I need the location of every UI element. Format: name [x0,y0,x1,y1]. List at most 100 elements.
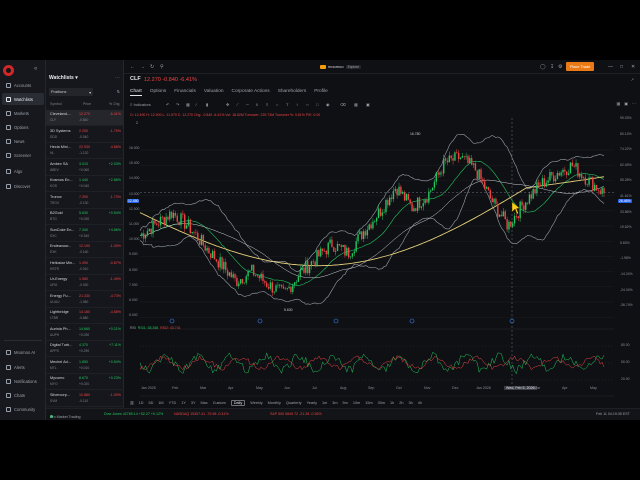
row-pct: +4.86% [108,227,121,232]
timeframe-1h[interactable]: 1h [390,401,394,405]
row-price: 1.850 [79,359,88,364]
sidebar-item-news[interactable]: News [2,135,44,147]
candle-body [456,152,458,153]
watchlist-row[interactable]: Silvercorp... SVM 10.880 -0.110 -1.00% [46,391,124,407]
candle-body [539,184,542,186]
timeframe-quarterly[interactable]: Quarterly [286,401,302,405]
candle-body [318,250,320,257]
watchlist-row[interactable]: Cleveland-... CLF 12.270 -0.840 -6.41% [46,110,124,126]
timeframe-30m[interactable]: 30m [378,401,385,405]
candle-body [370,224,372,229]
sidebar-item-algo[interactable]: Algo [2,165,44,177]
chart-type-icon[interactable]: ▥ [130,400,134,405]
candle-body [320,248,322,257]
timeframe-monthly[interactable]: Monthly [268,401,281,405]
watchlist-row[interactable]: Tronox TROX 7.390 -0.130 -1.73% [46,193,124,209]
candle-body [500,214,503,217]
col-pct-change[interactable]: % Chg [109,102,120,106]
timeframe-custom[interactable]: Custom [213,401,226,405]
candle-body [437,172,439,175]
candle-body [357,234,359,242]
watchlist-row[interactable]: Mycomo MYO 8.670 +0.020 +0.23% [46,374,124,390]
timeframe-yearly[interactable]: Yearly [307,401,317,405]
sidebar-item-options[interactable]: Options [2,121,44,133]
watchlist-row[interactable]: Kosmos En... KOS 1.440 +0.040 +2.86% [46,176,124,192]
candle-body [189,219,192,234]
algo-icon [6,168,11,174]
watchlist-row[interactable]: SunCoke En... SXC 7.340 +0.340 +4.86% [46,226,124,242]
x-tick-label: Jun [284,386,290,390]
timeframe-1d[interactable]: 1D [139,401,144,405]
candle-body [215,259,218,262]
timeframe-1m[interactable]: 1m [322,401,327,405]
timeframe-max[interactable]: Max [201,401,208,405]
wallet-icon [6,82,11,88]
ticker-djia[interactable]: Dow Jones 42789.14 +52.27 +0.12% [104,412,163,416]
col-symbol[interactable]: Symbol [50,102,62,106]
sidebar-item-notifications[interactable]: Notifications [2,375,44,387]
timeframe-ytd[interactable]: YTD [169,401,177,405]
ticker-nasdaq[interactable]: NASDAQ 19357.41 -79.98 -0.41% [174,412,229,416]
watchlist-row[interactable]: Aurinia Ph... AUPH 14.660 +0.030 +0.21% [46,325,124,341]
row-pct: -1.73% [109,194,121,199]
watchlist-row[interactable]: Energy Fu... UUUU 21.330 -1.060 -4.73% [46,292,124,308]
watchlist-row[interactable]: Hecla Mini... HL 22.930 -1.120 -4.66% [46,143,124,159]
watchlist-row[interactable]: Endeavour... EXK 12.190 -0.160 -1.30% [46,242,124,258]
timeframe-3h[interactable]: 3h [408,401,412,405]
row-pct: +2.86% [108,178,121,182]
candle-body [480,169,482,180]
timeframe-1m[interactable]: 1M [158,401,163,405]
watchlist-row[interactable]: Mechel Ad... MTL 1.850 +0.010 +0.54% [46,358,124,374]
watchlist-group-select[interactable]: Positions ▾ [49,88,93,96]
price-chart[interactable] [124,60,640,420]
sidebar-item-moomoo-ai[interactable]: Moomoo AI [2,346,44,358]
candle-body [519,201,521,219]
watchlist-row[interactable]: Heliostar Min... HSTR 1.490 -0.010 -0.67% [46,259,124,275]
sidebar-item-alerts[interactable]: Alerts [2,361,44,373]
sidebar-item-accounts[interactable]: Accounts [2,79,44,91]
timeframe-3y[interactable]: 3Y [191,401,196,405]
timeframe-5d[interactable]: 5D [148,401,153,405]
sidebar-item-chats[interactable]: Chats [2,389,44,401]
row-price: 2.250 [79,128,88,133]
sidebar-item-screener[interactable]: Screener [2,149,44,161]
col-price[interactable]: Price [83,102,91,106]
collapse-icon[interactable]: « [34,66,37,72]
candle-body [538,182,540,185]
watchlist-row[interactable]: B2Gold BTG 5.630 +0.030 +0.54% [46,209,124,225]
watchlist-row[interactable]: Digital Turb... APPS 4.370 +0.290 +7.11% [46,341,124,357]
watchlist-row[interactable]: Ur-Energy URG 1.980 -0.030 -1.49% [46,275,124,291]
candle-body [269,282,272,289]
y-pct-tick-label: 95.03% [620,116,632,120]
timeframe-3m[interactable]: 3m [332,401,337,405]
y-tick-label: 8.000 [129,267,138,272]
watchlist-title[interactable]: Watchlists ▾ [49,75,78,81]
watchlist-row[interactable]: Lightbridge LTBR 14.180 -0.680 -4.58% [46,308,124,324]
candle-body [359,231,361,235]
watchlist-row[interactable]: 3D Systems DDD 2.250 -0.040 -1.75% [46,127,124,143]
sort-icon[interactable]: ⇅ [117,89,120,94]
timeframe-1y[interactable]: 1Y [181,401,186,405]
sidebar-item-markets[interactable]: Markets [2,107,44,119]
row-ticker: KOS [50,184,57,188]
timeframe-4h[interactable]: 4h [418,401,422,405]
timeframe-daily[interactable]: Daily [230,399,246,406]
sidebar-item-discover[interactable]: Discover [2,180,44,192]
sidebar-item-watchlists[interactable]: Watchlists [2,93,44,105]
candle-body [415,208,417,211]
watchlist-row[interactable]: Ambev SA ABEV 3.010 +0.060 +2.03% [46,160,124,176]
candle-body [586,184,588,186]
candle-body [403,191,406,201]
timeframe-10m[interactable]: 10m [353,401,360,405]
ticker-sp500[interactable]: S&P 500 5849.72 -21.28 -0.36% [270,412,322,416]
timeframe-15m[interactable]: 15m [365,401,372,405]
candle-body [400,186,402,194]
more-icon[interactable]: ⋯ [115,75,120,81]
timeframe-2h[interactable]: 2h [399,401,403,405]
timeframe-5m[interactable]: 5m [343,401,348,405]
row-ticker: MTL [50,365,57,370]
sidebar-item-community[interactable]: Community [2,403,44,415]
candle-body [163,217,165,225]
timeframe-weekly[interactable]: Weekly [250,401,262,405]
row-change: +0.340 [79,233,90,238]
